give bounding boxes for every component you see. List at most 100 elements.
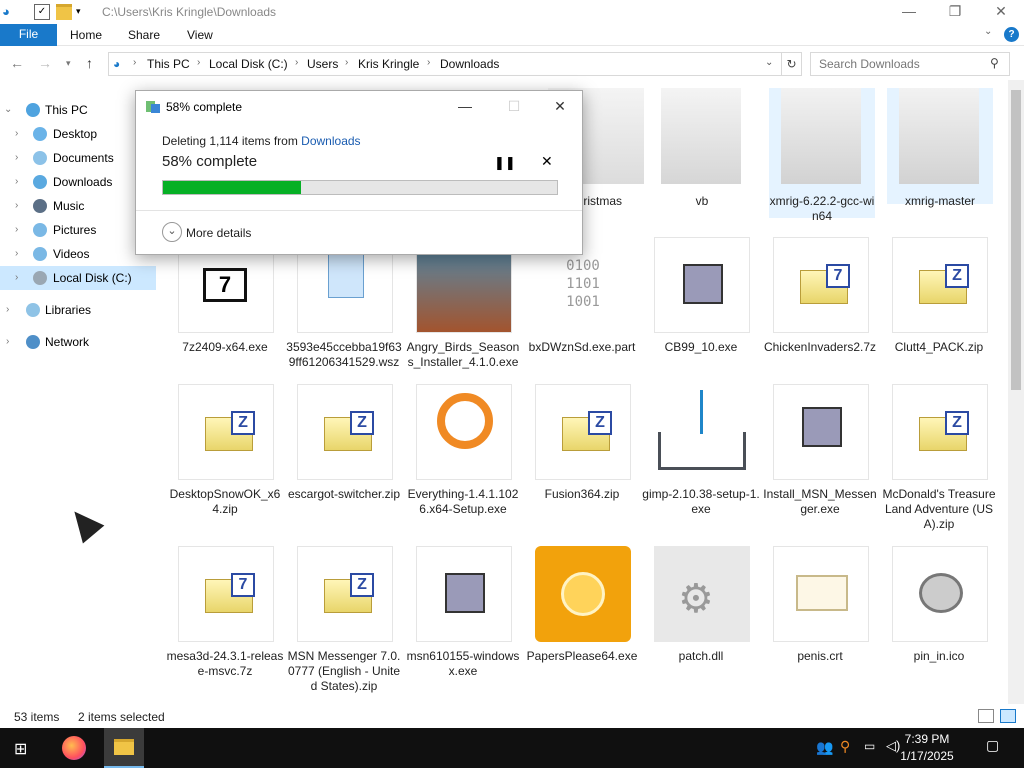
file-item[interactable]: Angry_Birds_Seasons_Installer_4.1.0.exe (404, 237, 522, 377)
volume-icon[interactable]: ◁) (886, 738, 900, 754)
address-dropdown-icon[interactable]: ⌄ (765, 57, 773, 68)
file-name: Install_MSN_Messenger.exe (763, 487, 877, 516)
file-item[interactable]: CB99_10.exe (642, 237, 760, 377)
pictures-icon (33, 223, 47, 237)
file-item[interactable]: vb (643, 88, 761, 218)
source-folder-link[interactable]: Downloads (301, 134, 360, 148)
file-item[interactable]: Z Clutt4_PACK.zip (880, 237, 998, 377)
expand-chevron-icon[interactable]: › (15, 266, 18, 290)
pause-button[interactable]: ❚❚ (494, 155, 516, 171)
file-item[interactable]: Z escargot-switcher.zip (285, 384, 403, 544)
sidebar-item-music[interactable]: › Music (0, 194, 156, 218)
breadcrumb-separator-icon[interactable]: › (345, 57, 348, 68)
tab-view[interactable]: View (187, 28, 213, 42)
address-bar[interactable]: ◕ › This PC › Local Disk (C:) › Users › … (108, 52, 782, 76)
breadcrumb-separator-icon[interactable]: › (197, 57, 200, 68)
breadcrumb-separator-icon[interactable]: › (295, 57, 298, 68)
sidebar-item-this-pc[interactable]: ⌄ This PC (0, 98, 156, 122)
network-tray-icon[interactable]: ▭ (864, 739, 875, 753)
breadcrumb-downloads[interactable]: Downloads (440, 57, 499, 71)
back-arrow-icon[interactable]: ← (10, 55, 24, 71)
expand-chevron-icon[interactable]: › (15, 194, 18, 218)
sidebar-item-documents[interactable]: › Documents (0, 146, 156, 170)
help-icon[interactable]: ? (1004, 27, 1019, 42)
scrollbar-thumb[interactable] (1011, 90, 1021, 390)
file-item-selected[interactable]: xmrig-6.22.2-gcc-win64 (769, 88, 875, 223)
file-item[interactable]: Z McDonald's Treasure Land Adventure (US… (880, 384, 998, 544)
file-item[interactable]: 0100 1101 1001 bxDWznSd.exe.part (523, 237, 641, 377)
sidebar-item-desktop[interactable]: › Desktop (0, 122, 156, 146)
everything-tray-icon[interactable]: ⚲ (840, 738, 850, 755)
start-windows-icon[interactable]: ⊞ (14, 739, 27, 759)
file-item[interactable]: ⚙ patch.dll (642, 546, 760, 704)
expand-chevron-icon[interactable]: › (15, 146, 18, 170)
search-input[interactable]: Search Downloads (810, 52, 1010, 76)
close-button[interactable]: ✕ (978, 0, 1024, 24)
maximize-button[interactable]: ❐ (932, 0, 978, 24)
clock-time[interactable]: 7:39 PM (900, 732, 954, 746)
breadcrumb-local-disk[interactable]: Local Disk (C:) (209, 57, 288, 71)
file-item[interactable]: 7 ChickenInvaders2.7z (761, 237, 879, 377)
new-folder-quick-icon[interactable] (56, 4, 72, 20)
cancel-button[interactable]: ✕ (541, 153, 553, 170)
vertical-scrollbar[interactable] (1008, 80, 1024, 704)
breadcrumb-users[interactable]: Users (307, 57, 338, 71)
firefox-icon[interactable] (62, 736, 86, 760)
collapse-chevron-icon[interactable]: ⌄ (4, 98, 12, 122)
file-item-selected[interactable]: xmrig-master (887, 88, 993, 208)
sidebar-item-network[interactable]: › Network (0, 330, 156, 354)
file-item[interactable]: Z DesktopSnowOK_x64.zip (166, 384, 284, 544)
expand-ribbon-icon[interactable]: ⌄ (984, 26, 992, 37)
more-details-chevron-icon[interactable]: ⌄ (162, 222, 182, 242)
forward-arrow-icon[interactable]: → (38, 55, 52, 71)
notifications-icon[interactable]: ▢ (986, 737, 999, 754)
sidebar-item-pictures[interactable]: › Pictures (0, 218, 156, 242)
dialog-minimize-button[interactable]: — (447, 95, 483, 117)
clock-date[interactable]: 1/17/2025 (900, 749, 954, 763)
file-item[interactable]: Install_MSN_Messenger.exe (761, 384, 879, 544)
expand-chevron-icon[interactable]: › (15, 122, 18, 146)
sidebar-item-downloads[interactable]: › Downloads (0, 170, 156, 194)
breadcrumb-separator-icon[interactable]: › (133, 57, 136, 68)
minimize-button[interactable]: — (886, 0, 932, 24)
expand-chevron-icon[interactable]: › (15, 242, 18, 266)
file-name: DesktopSnowOK_x64.zip (169, 487, 281, 516)
dialog-close-button[interactable]: ✕ (542, 95, 578, 117)
refresh-icon[interactable]: ↻ (782, 52, 802, 76)
file-item[interactable]: gimp-2.10.38-setup-1.exe (642, 384, 760, 544)
file-item[interactable]: Everything-1.4.1.1026.x64-Setup.exe (404, 384, 522, 544)
file-item[interactable]: Z Fusion364.zip (523, 384, 641, 544)
file-item[interactable]: 3593e45ccebba19f639ff61206341529.wsz (285, 237, 403, 377)
large-icons-view-icon[interactable] (1000, 709, 1016, 723)
file-item[interactable]: penis.crt (761, 546, 879, 704)
file-item[interactable]: PapersPlease64.exe (523, 546, 641, 704)
file-explorer-taskbar-button[interactable] (104, 728, 144, 768)
breadcrumb-kris-kringle[interactable]: Kris Kringle (358, 57, 419, 71)
breadcrumb-separator-icon[interactable]: › (427, 57, 430, 68)
file-item[interactable]: 7 7z2409-x64.exe (166, 237, 284, 377)
sidebar-item-local-disk[interactable]: › Local Disk (C:) (0, 266, 156, 290)
breadcrumb-this-pc[interactable]: This PC (147, 57, 190, 71)
file-tab[interactable]: File (0, 24, 57, 46)
file-item[interactable]: msn610155-windowsx.exe (404, 546, 522, 704)
expand-chevron-icon[interactable]: › (15, 218, 18, 242)
tab-share[interactable]: Share (128, 28, 160, 42)
file-item[interactable]: 7 mesa3d-24.3.1-release-msvc.7z (166, 546, 284, 704)
sidebar-item-libraries[interactable]: › Libraries (0, 298, 156, 322)
file-item[interactable]: pin_in.ico (880, 546, 998, 704)
expand-chevron-icon[interactable]: › (15, 170, 18, 194)
up-arrow-icon[interactable]: ↑ (86, 55, 93, 71)
more-details-button[interactable]: More details (186, 226, 251, 240)
expand-chevron-icon[interactable]: › (6, 330, 9, 354)
people-icon[interactable]: 👥 (816, 739, 833, 756)
properties-quick-icon[interactable]: ✓ (34, 4, 50, 20)
quick-access-dropdown-icon[interactable]: ▾ (76, 6, 92, 22)
progress-bar (162, 180, 558, 195)
tab-home[interactable]: Home (70, 28, 102, 42)
file-item[interactable]: Z MSN Messenger 7.0.0777 (English - Unit… (285, 546, 403, 704)
details-view-icon[interactable] (978, 709, 994, 723)
recent-locations-icon[interactable]: ▾ (66, 58, 71, 69)
sidebar-item-videos[interactable]: › Videos (0, 242, 156, 266)
search-icon[interactable]: ⚲ (990, 56, 999, 70)
expand-chevron-icon[interactable]: › (6, 298, 9, 322)
